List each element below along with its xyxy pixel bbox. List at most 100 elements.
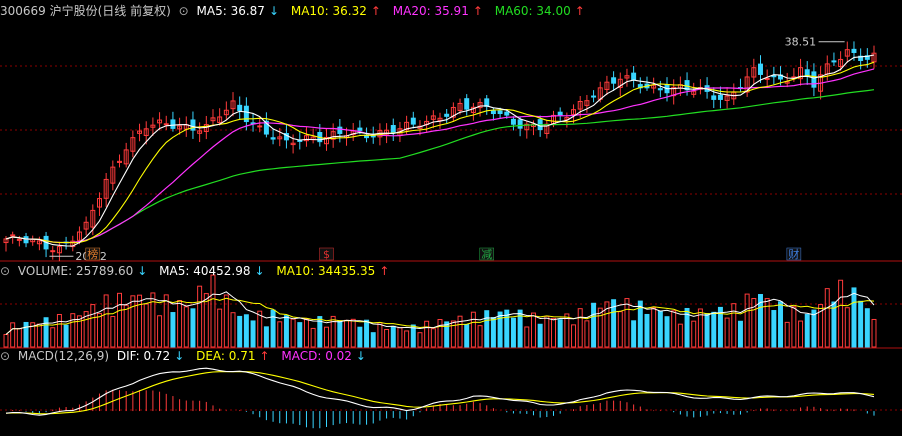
candle-body <box>771 75 777 78</box>
volume-bar <box>10 322 16 348</box>
candle-body <box>444 113 450 117</box>
volume-bar <box>137 294 143 348</box>
volume-bar <box>804 313 810 348</box>
volume-bar <box>397 327 403 348</box>
volume-bar <box>557 319 563 348</box>
volume-bar <box>384 328 390 348</box>
volume-bar <box>350 318 356 348</box>
volume-bar <box>617 311 623 348</box>
volume-bar <box>644 313 650 348</box>
volume-bar <box>324 326 329 348</box>
volume-bar <box>597 307 603 348</box>
volume-bar <box>357 326 363 348</box>
volume-label: VOLUME: 25789.60 ↓ <box>17 264 148 278</box>
ma5-label: MA5: 36.87 ↓ <box>196 4 280 18</box>
volume-bar <box>571 324 577 348</box>
event-marker-label: 减 <box>481 248 492 261</box>
candle-body <box>631 72 637 81</box>
candle-body <box>484 98 490 107</box>
volume-bar <box>3 333 9 348</box>
volume-bar <box>310 327 316 348</box>
volume-bar <box>778 301 784 348</box>
volume-bar <box>70 313 76 348</box>
volume-bar <box>737 320 743 348</box>
volume-bar <box>677 323 683 348</box>
volume-bar <box>530 312 536 348</box>
ma60-label: MA60: 34.00 ↑ <box>494 4 585 18</box>
volume-bar <box>424 320 430 348</box>
arrow-down-icon: ↓ <box>137 264 148 278</box>
volume-bar <box>464 324 470 348</box>
volume-bar <box>651 307 657 348</box>
volume-bar <box>711 311 717 348</box>
volume-bar <box>177 300 183 348</box>
volume-bar <box>691 320 697 348</box>
arrow-up-icon: ↑ <box>370 4 381 18</box>
volume-bar <box>844 307 850 348</box>
volume-ma5-label: MA5: 40452.98 ↓ <box>159 264 265 278</box>
volume-bar <box>831 301 837 348</box>
candle-body <box>10 234 16 237</box>
volume-bar <box>117 292 122 348</box>
candle-body <box>510 118 516 125</box>
volume-bar <box>390 325 396 348</box>
volume-bar <box>490 317 496 348</box>
volume-bar <box>123 304 129 348</box>
stock-title: 300669 沪宁股份(日线 前复权) <box>0 4 171 18</box>
volume-bar <box>537 323 543 348</box>
volume-bar <box>871 318 877 348</box>
volume-bar <box>524 326 530 348</box>
candle-body <box>717 94 723 100</box>
volume-bar <box>290 318 296 348</box>
ma60-line <box>5 89 875 244</box>
macd-value-label: MACD: 0.02 ↓ <box>281 349 366 363</box>
arrow-down-icon: ↓ <box>355 349 366 363</box>
candle-body <box>711 95 717 100</box>
volume-bar <box>838 279 844 348</box>
volume-bar <box>110 315 116 348</box>
settings-icon[interactable]: ⊙ <box>0 264 10 278</box>
volume-bar <box>303 318 309 348</box>
volume-ma10-label: MA10: 34435.35 ↑ <box>276 264 390 278</box>
candle-body <box>464 98 470 110</box>
volume-bar <box>157 315 163 348</box>
arrow-down-icon: ↓ <box>174 349 185 363</box>
volume-bar <box>263 326 269 348</box>
volume-bar <box>724 317 730 348</box>
ma10-label: MA10: 36.32 ↑ <box>290 4 381 18</box>
volume-bar <box>664 316 670 348</box>
event-marker-label: 榜 <box>87 247 98 261</box>
volume-bar <box>237 315 243 348</box>
candle-body <box>337 126 343 134</box>
volume-ma5-line <box>5 291 875 335</box>
arrow-up-icon: ↑ <box>379 264 390 278</box>
volume-bar <box>270 309 276 348</box>
volume-panel-header: ⊙ VOLUME: 25789.60 ↓ MA5: 40452.98 ↓ MA10:… <box>0 262 397 280</box>
ma20-label: MA20: 35.91 ↑ <box>392 4 483 18</box>
candle-body <box>50 250 56 253</box>
ma10-line <box>5 61 875 244</box>
dea-label: DEA: 0.71 ↑ <box>196 349 270 363</box>
volume-bar <box>864 308 870 348</box>
volume-bar <box>444 321 450 348</box>
volume-bar <box>824 288 830 348</box>
candle-body <box>557 111 563 116</box>
candle-body <box>758 63 763 75</box>
candle-body <box>831 60 837 63</box>
volume-bar <box>337 320 343 348</box>
volume-bar <box>584 320 590 348</box>
volume-bar <box>43 317 49 348</box>
settings-icon[interactable]: ⊙ <box>0 349 10 363</box>
volume-bar <box>50 327 56 348</box>
arrow-up-icon: ↑ <box>259 349 270 363</box>
settings-icon[interactable]: ⊙ <box>179 4 189 18</box>
volume-bar <box>170 312 176 348</box>
ma5-line <box>5 54 875 247</box>
volume-bar <box>23 321 29 348</box>
macd-panel-header: ⊙ MACD(12,26,9) DIF: 0.72 ↓ DEA: 0.71 ↑ MA… <box>0 347 374 365</box>
candle-body <box>611 77 617 84</box>
stock-chart: 38.5120.82榜$减财 <box>0 36 902 429</box>
volume-bar <box>631 320 637 348</box>
volume-bar <box>591 302 597 348</box>
volume-bar <box>798 320 804 348</box>
